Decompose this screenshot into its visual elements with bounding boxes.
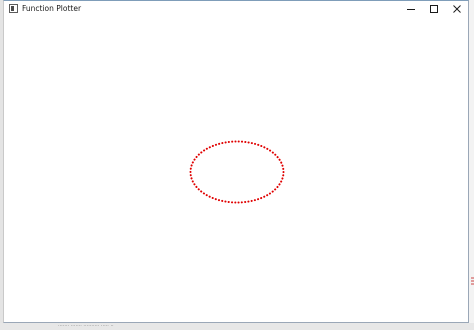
plot-svg [189, 140, 285, 204]
minimize-button[interactable] [400, 1, 422, 17]
maximize-icon [430, 5, 438, 13]
window-title: Function Plotter [22, 4, 82, 13]
title-bar[interactable]: Function Plotter [4, 1, 468, 17]
maximize-button[interactable] [423, 1, 445, 17]
app-icon[interactable] [9, 4, 18, 13]
minimize-icon [407, 9, 415, 10]
plotted-curve [189, 140, 285, 204]
close-icon [453, 5, 461, 13]
close-button[interactable] [446, 1, 468, 17]
function-plotter-window: Function Plotter [3, 0, 469, 323]
background-taskbar: ······· ······· ·········· ····· ·· [0, 323, 474, 330]
background-taskbar-text: ······· ······· ·········· ····· ·· [58, 323, 114, 329]
background-window-fragment [471, 277, 474, 285]
plot-canvas[interactable] [4, 17, 468, 322]
